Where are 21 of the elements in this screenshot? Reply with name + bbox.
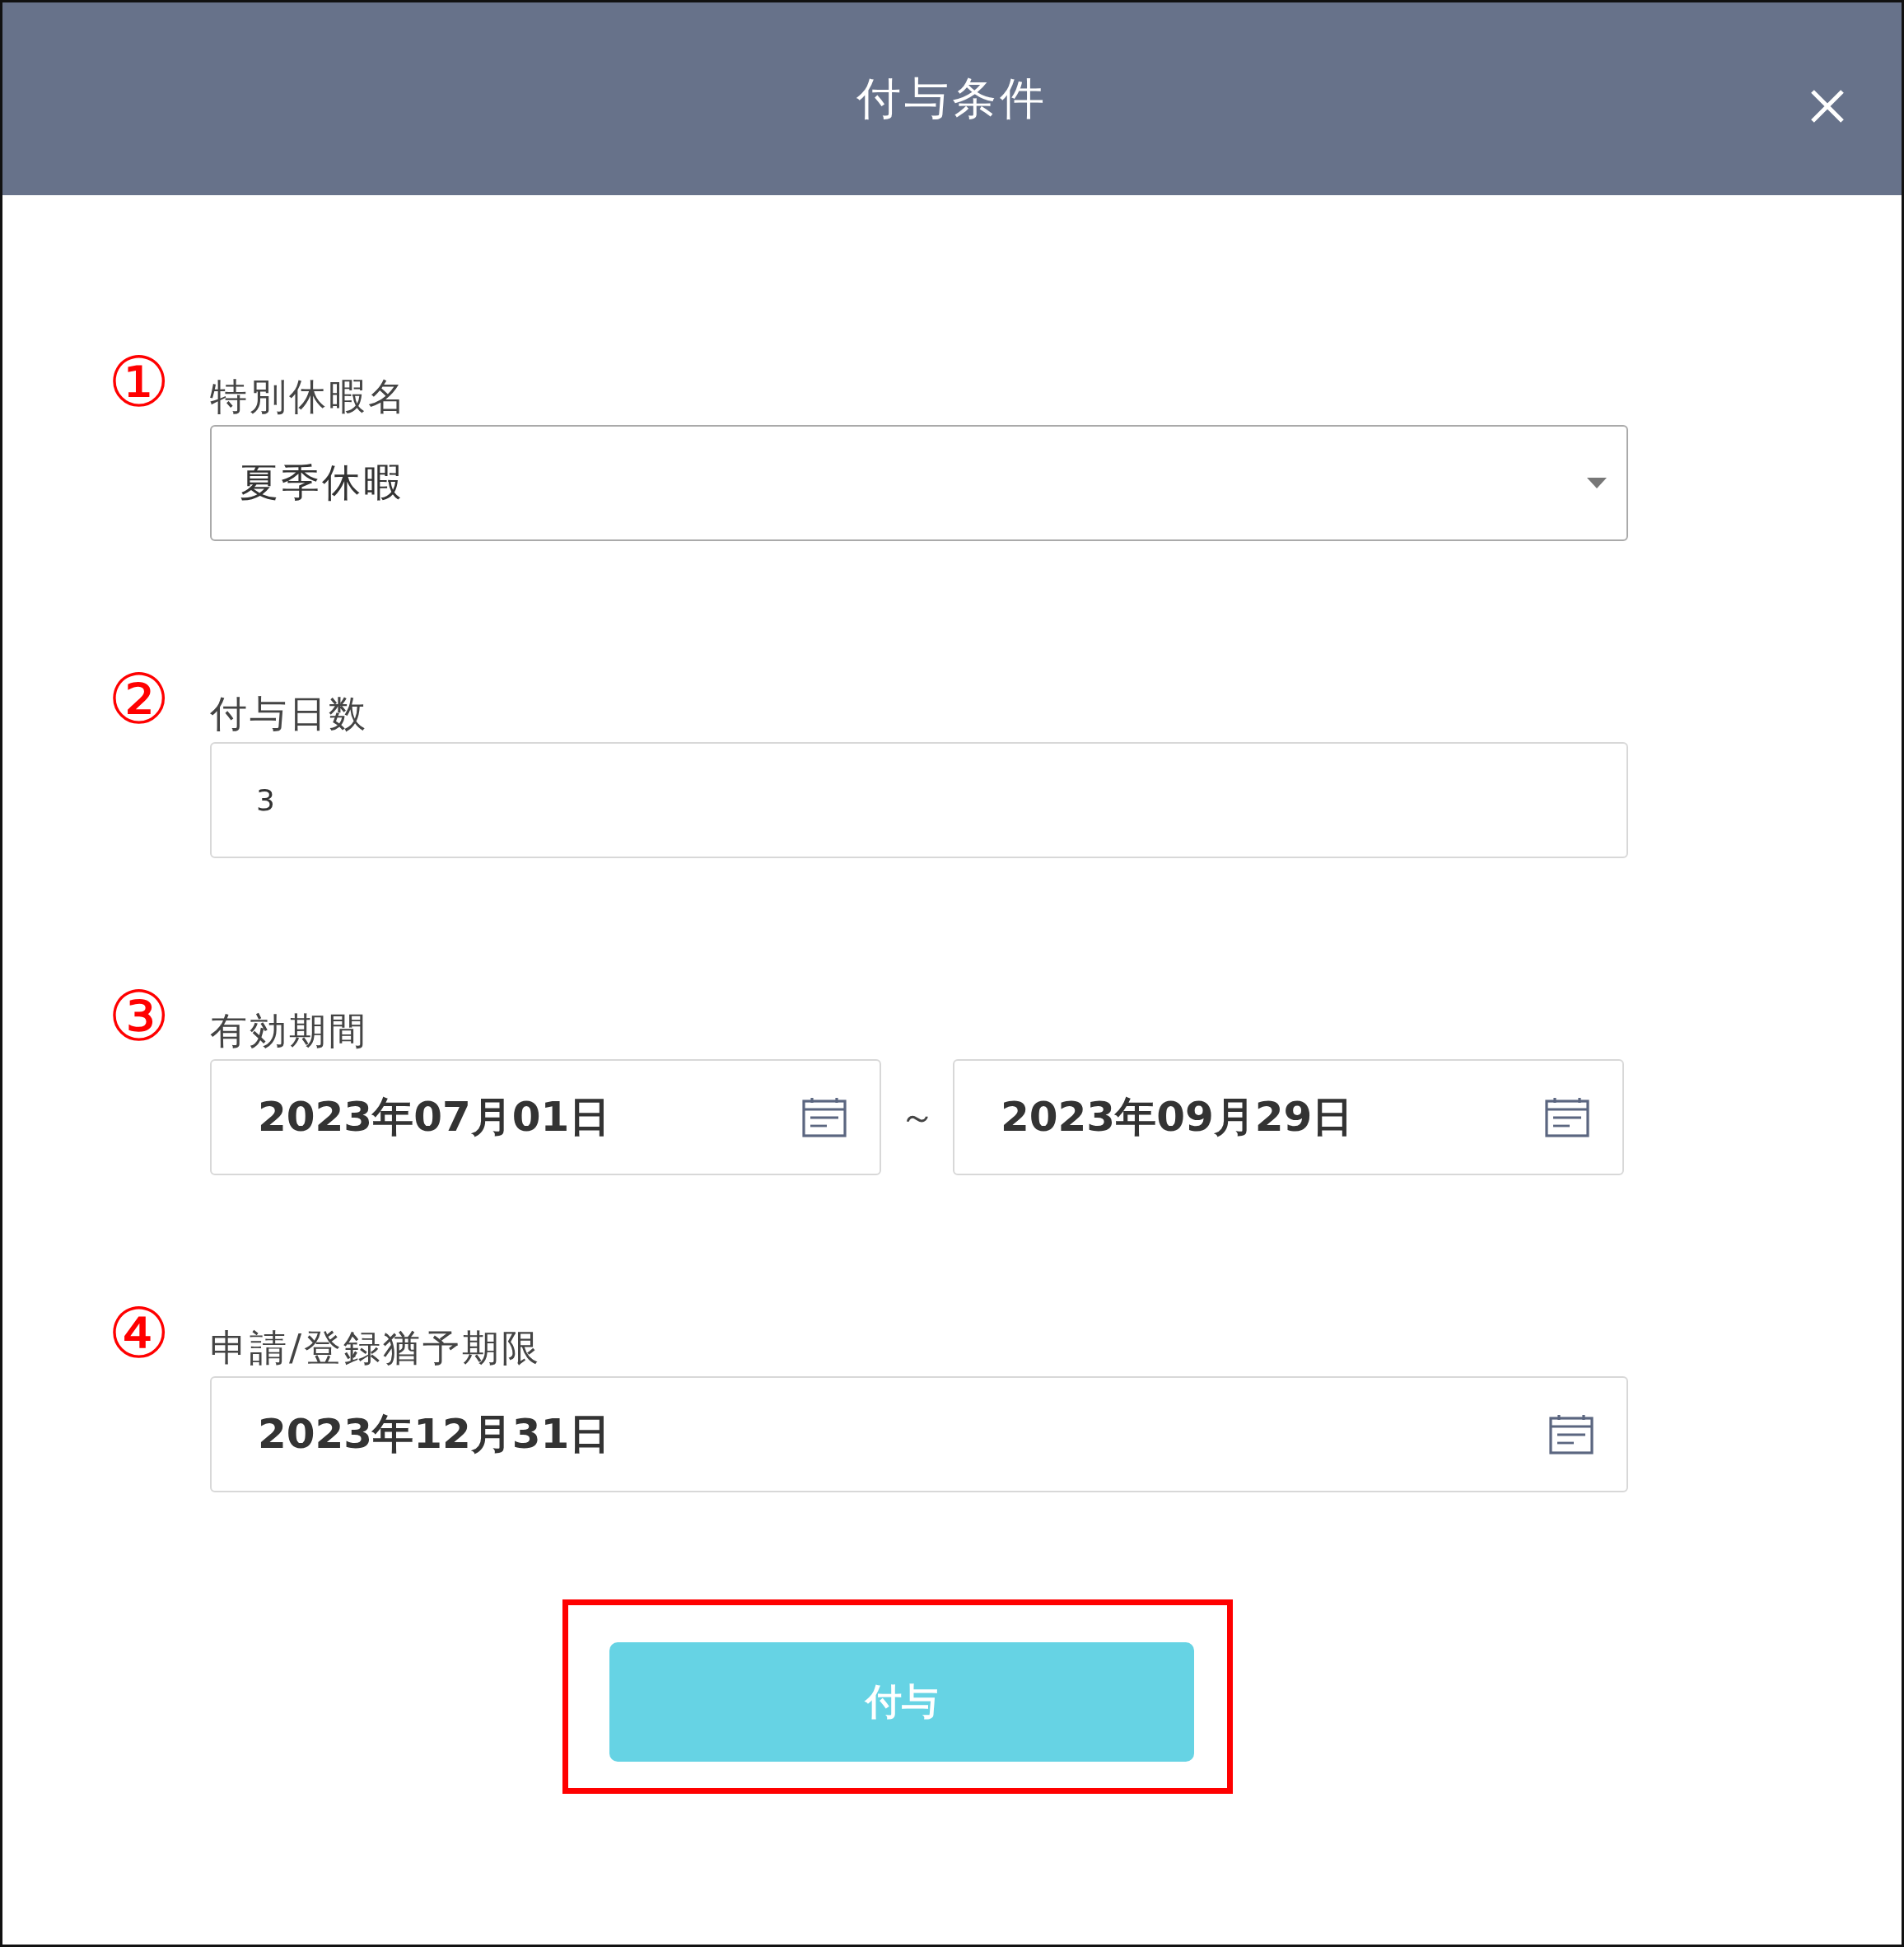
step-number: ②	[108, 665, 171, 734]
calendar-icon	[802, 1097, 847, 1137]
field-label: 申請/登録猶予期限	[210, 1327, 543, 1368]
dropdown-caret-icon	[1587, 477, 1607, 489]
date-field[interactable]: 2023年07月01日	[210, 1059, 881, 1175]
step-number: ①	[108, 348, 171, 417]
field-label: 有効期間	[210, 1010, 369, 1051]
step-number: ④	[108, 1299, 171, 1368]
calendar-icon	[1545, 1097, 1589, 1137]
range-separator: ～	[898, 1095, 936, 1139]
calendar-icon	[1549, 1414, 1594, 1454]
field-label: 付与日数	[210, 693, 369, 734]
select-field[interactable]: 夏季休暇	[210, 425, 1628, 541]
date-field[interactable]: 2023年12月31日	[210, 1376, 1628, 1492]
input-field[interactable]: 3	[210, 742, 1628, 858]
field-label: 特別休暇名	[210, 376, 408, 417]
date-field[interactable]: 2023年09月29日	[953, 1059, 1624, 1175]
close-icon	[1809, 88, 1846, 124]
step-number: ③	[108, 982, 171, 1051]
close-button[interactable]	[1809, 88, 1846, 124]
dialog-title: 付与条件	[856, 71, 1048, 126]
